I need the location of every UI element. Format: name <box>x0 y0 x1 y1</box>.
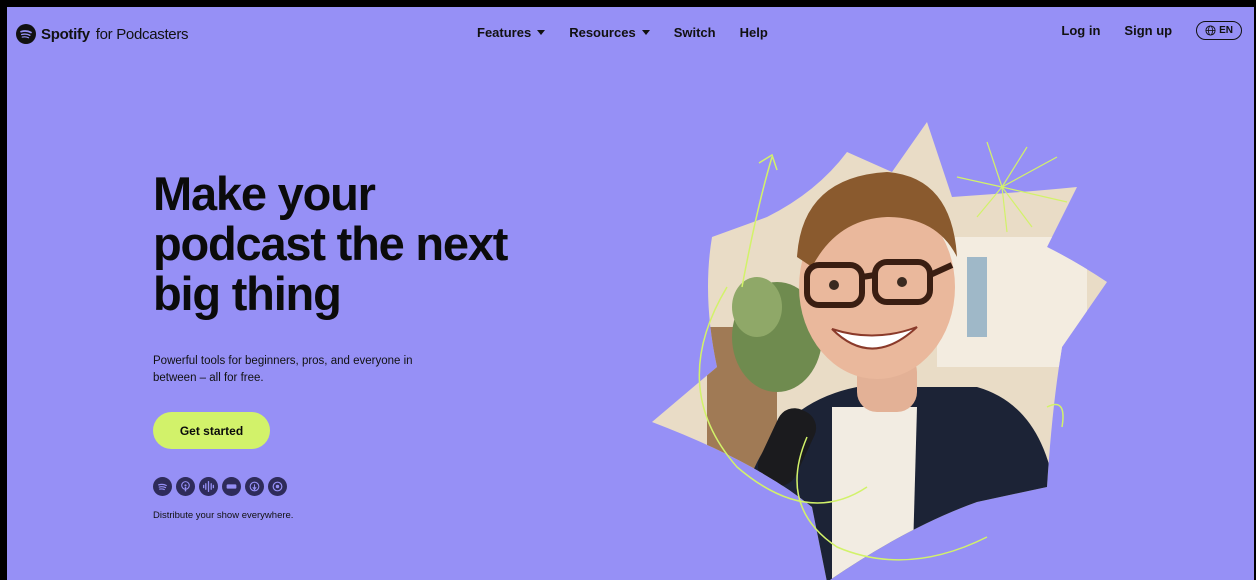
brand-logo[interactable]: Spotify for Podcasters <box>16 24 189 44</box>
nav-resources-label: Resources <box>569 25 636 40</box>
castbox-icon[interactable] <box>268 477 287 496</box>
globe-icon <box>1205 25 1216 36</box>
nav-switch-label: Switch <box>673 25 716 40</box>
spotify-logo-icon <box>16 24 36 44</box>
nav-switch[interactable]: Switch <box>674 25 716 40</box>
hero-subtext: Powerful tools for beginners, pros, and … <box>153 355 413 384</box>
caret-down-icon <box>641 30 650 35</box>
signup-link[interactable]: Sign up <box>1124 23 1172 38</box>
spotify-icon[interactable] <box>153 477 172 496</box>
language-label: EN <box>1219 25 1233 36</box>
google-podcasts-icon[interactable] <box>199 477 218 496</box>
language-selector[interactable]: EN <box>1196 21 1242 40</box>
brand-name: Spotify <box>41 25 90 43</box>
brand-tagline: for Podcasters <box>95 25 189 43</box>
caret-down-icon <box>537 30 546 35</box>
nav-resources[interactable]: Resources <box>569 25 650 40</box>
header-actions: Log in Sign up EN <box>1061 21 1242 40</box>
hero-headline: Make your podcast the next big thing <box>153 167 508 320</box>
main-nav: Features Resources Switch Help <box>477 25 768 40</box>
nav-features-label: Features <box>477 25 532 40</box>
platform-icons <box>153 477 287 496</box>
get-started-button[interactable]: Get started <box>153 412 270 449</box>
overcast-icon[interactable] <box>245 477 264 496</box>
nav-features[interactable]: Features <box>477 25 546 40</box>
login-link[interactable]: Log in <box>1061 23 1100 38</box>
nav-help-label: Help <box>739 25 768 40</box>
nav-help[interactable]: Help <box>740 25 768 40</box>
page: Spotify for Podcasters Features Resource… <box>0 0 1256 580</box>
distribute-caption: Distribute your show everywhere. <box>153 510 294 521</box>
hero-illustration <box>652 122 1107 580</box>
stitcher-icon[interactable] <box>222 477 241 496</box>
podcasts-icon[interactable] <box>176 477 195 496</box>
